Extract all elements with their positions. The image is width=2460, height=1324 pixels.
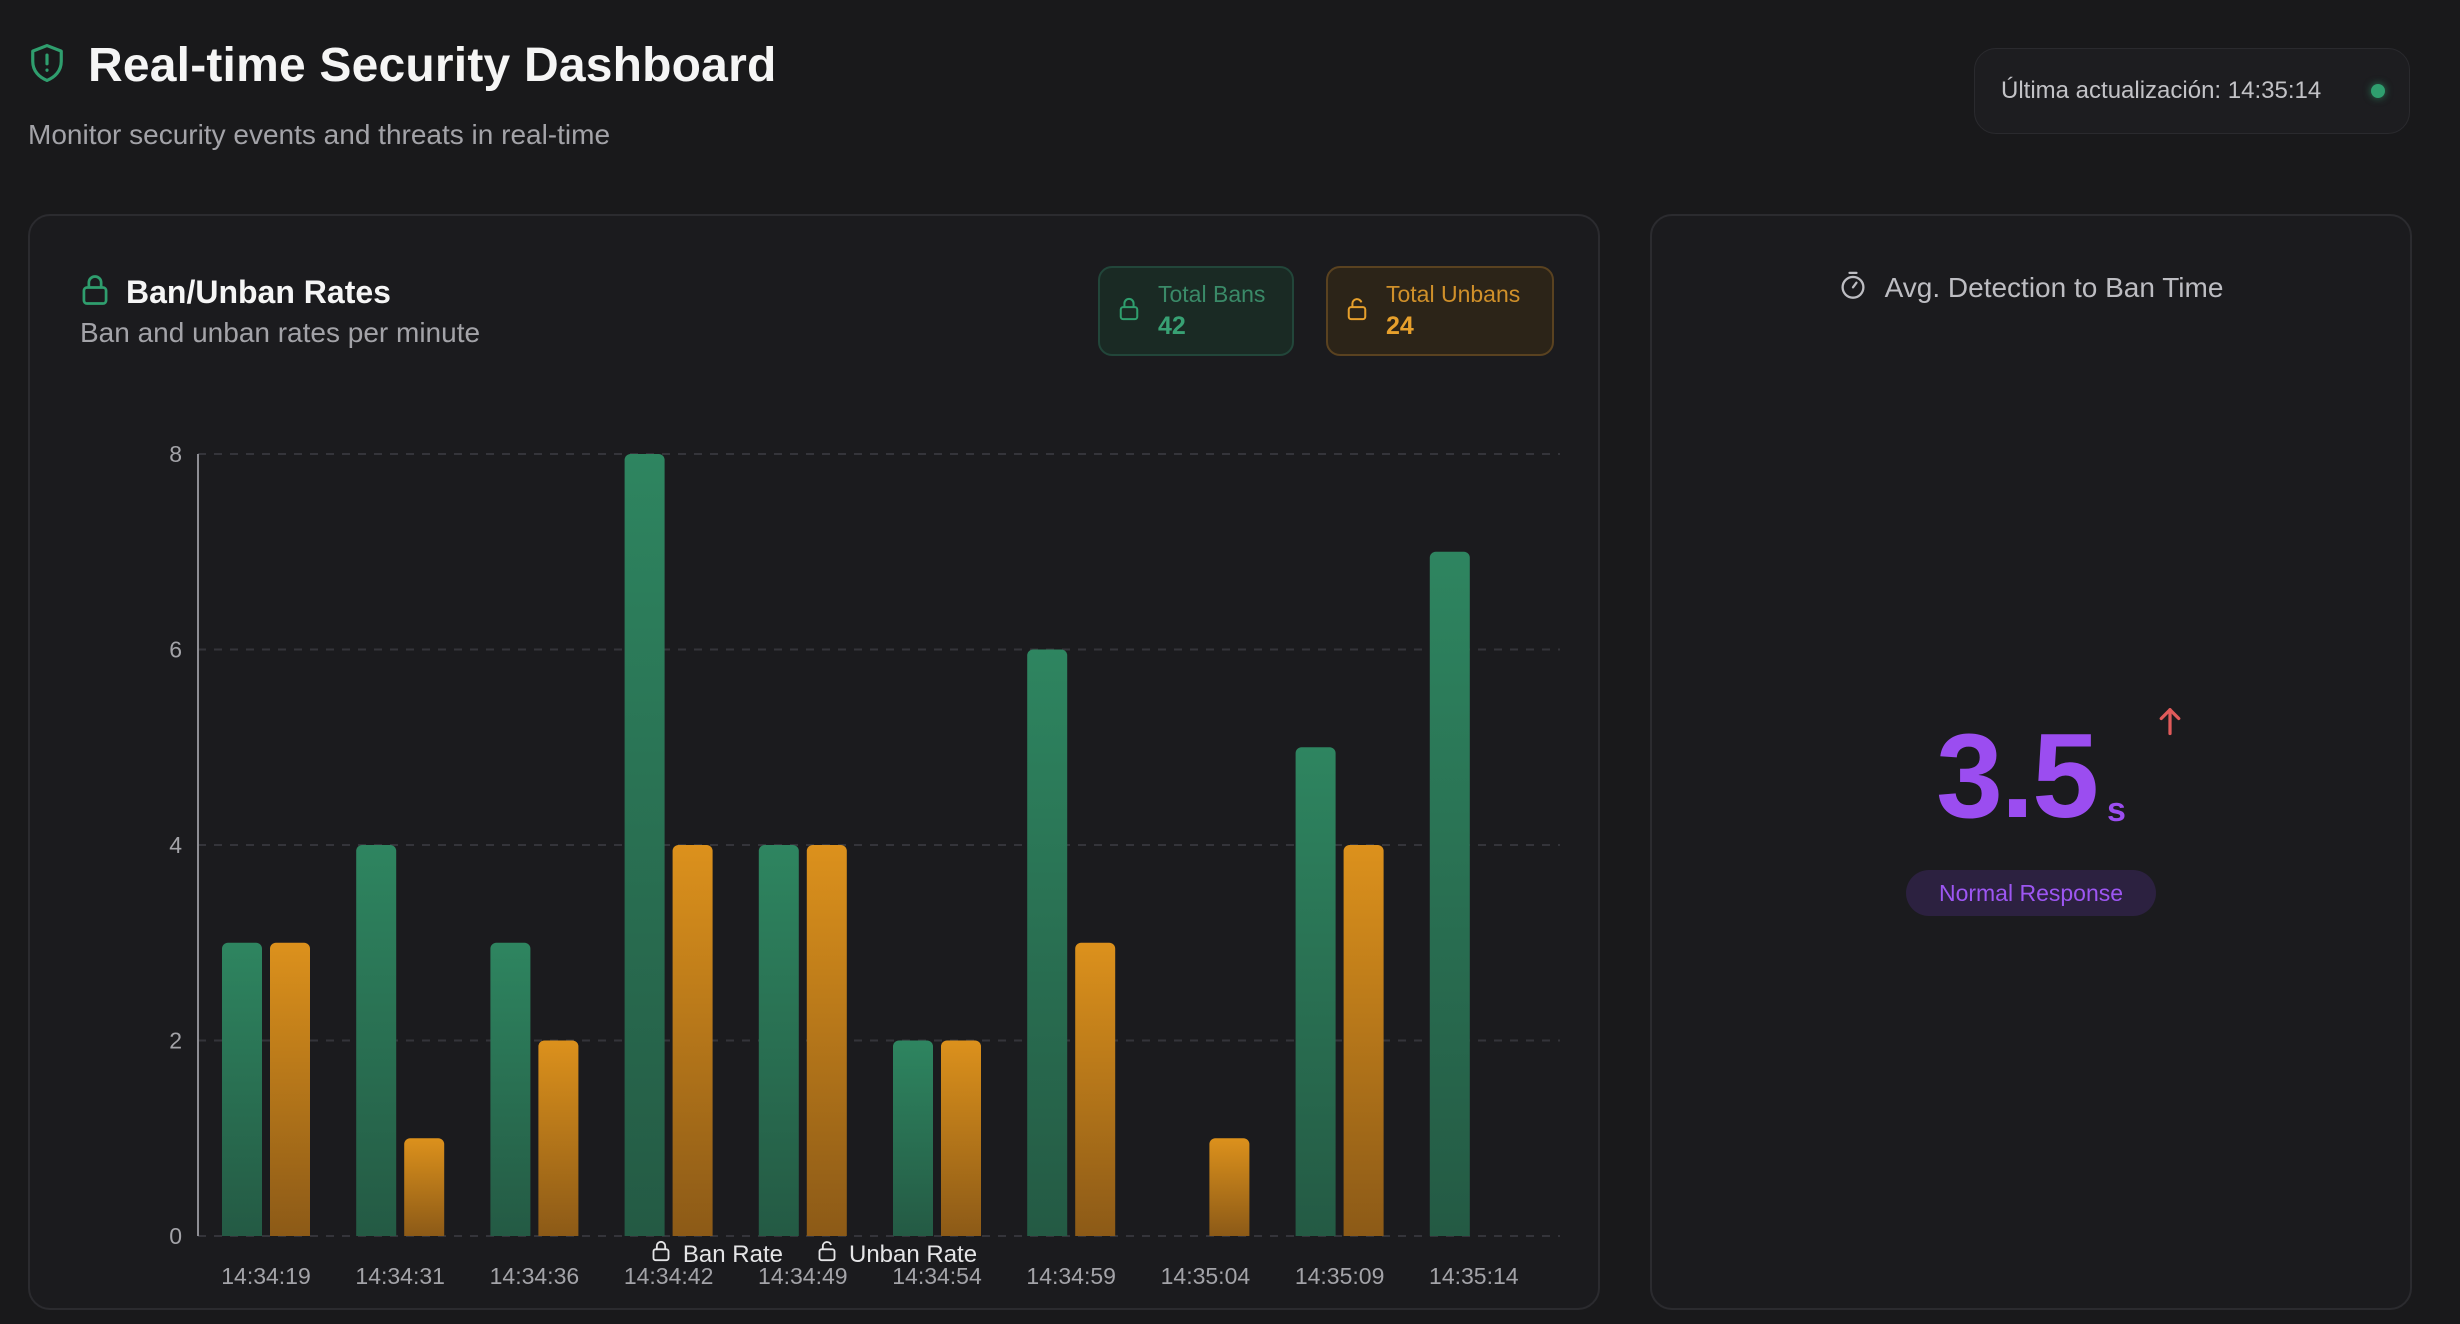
unban-rate-bar[interactable] bbox=[538, 1040, 579, 1237]
detection-card-header: Avg. Detection to Ban Time bbox=[1652, 270, 2410, 305]
ban-rate-bar[interactable] bbox=[1027, 649, 1068, 1237]
y-tick-label: 8 bbox=[169, 441, 182, 467]
title-row: Real-time Security Dashboard bbox=[28, 38, 776, 93]
arrow-up-icon bbox=[2157, 706, 2183, 741]
ban-rate-bar[interactable] bbox=[356, 845, 397, 1236]
ban-rate-bar[interactable] bbox=[893, 1040, 933, 1237]
unlock-icon bbox=[817, 1240, 837, 1269]
unban-rate-bar[interactable] bbox=[1209, 1138, 1250, 1236]
page-header: Real-time Security Dashboard Monitor sec… bbox=[28, 38, 776, 151]
detection-time-card: Avg. Detection to Ban Time 3.5 s Normal … bbox=[1650, 214, 2412, 1310]
live-status-dot bbox=[2371, 84, 2385, 98]
last-update-text: Última actualización: 14:35:14 bbox=[2001, 77, 2322, 104]
chart-legend: Ban Rate Unban Rate bbox=[30, 1240, 1598, 1269]
legend-item-ban-rate[interactable]: Ban Rate bbox=[651, 1240, 783, 1269]
ban-rate-bar[interactable] bbox=[624, 454, 665, 1236]
detection-metric: 3.5 s bbox=[1652, 708, 2410, 843]
unban-rate-bar[interactable] bbox=[404, 1138, 445, 1236]
ban-rate-bar[interactable] bbox=[1429, 551, 1470, 1236]
detection-time-unit: s bbox=[2106, 791, 2126, 829]
ban-unban-rates-card: Ban/Unban Rates Ban and unban rates per … bbox=[28, 214, 1600, 1310]
legend-label-unban-rate: Unban Rate bbox=[848, 1240, 978, 1268]
timer-icon bbox=[1839, 270, 1867, 305]
page-subtitle: Monitor security events and threats in r… bbox=[28, 119, 611, 150]
legend-label-ban-rate: Ban Rate bbox=[682, 1240, 783, 1268]
ban-rate-bar[interactable] bbox=[490, 942, 531, 1236]
ban-unban-bar-chart: 0246814:34:19 14:34:31 14:34:36 14:34:42 14:… bbox=[169, 441, 1560, 1289]
dashboard-page: Real-time Security Dashboard Monitor sec… bbox=[0, 0, 2460, 1324]
y-tick-label: 6 bbox=[169, 637, 182, 663]
y-tick-label: 2 bbox=[169, 1028, 182, 1054]
ban-rate-bar[interactable] bbox=[222, 942, 262, 1236]
unban-rate-bar[interactable] bbox=[270, 942, 310, 1236]
unban-rate-bar[interactable] bbox=[1075, 942, 1116, 1236]
detection-card-title: Avg. Detection to Ban Time bbox=[1884, 271, 2224, 303]
last-update-indicator: Última actualización: 14:35:14 bbox=[1974, 48, 2410, 134]
status-badge: Normal Response bbox=[1906, 870, 2156, 916]
lock-icon bbox=[651, 1240, 671, 1269]
legend-item-unban-rate[interactable]: Unban Rate bbox=[817, 1240, 977, 1269]
detection-time-value: 3.5 bbox=[1936, 709, 2099, 843]
ban-rate-bar[interactable] bbox=[758, 845, 799, 1236]
y-tick-label: 4 bbox=[169, 832, 182, 858]
ban-rate-bar[interactable] bbox=[1295, 747, 1336, 1236]
page-title: Real-time Security Dashboard bbox=[88, 39, 777, 92]
unban-rate-bar[interactable] bbox=[1343, 845, 1384, 1236]
unban-rate-bar[interactable] bbox=[806, 845, 847, 1236]
unban-rate-bar[interactable] bbox=[672, 845, 713, 1236]
unban-rate-bar[interactable] bbox=[941, 1040, 981, 1237]
shield-alert-icon bbox=[28, 42, 66, 89]
